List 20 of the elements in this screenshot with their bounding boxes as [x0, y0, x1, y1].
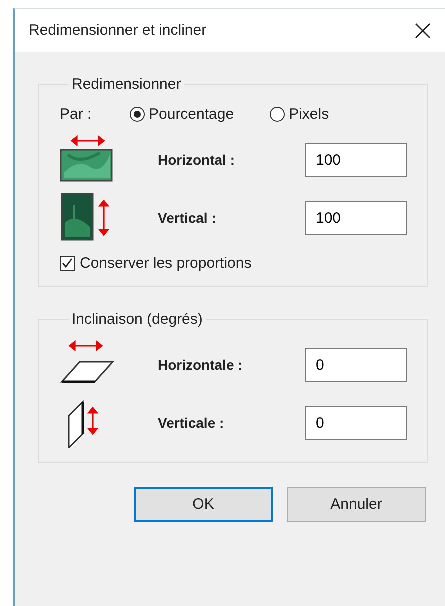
stretch-horizontal-icon [60, 135, 114, 185]
window-title: Redimensionner et incliner [29, 22, 207, 39]
unit-radio[interactable]: Pixels [270, 106, 330, 122]
group-title: Inclinaison (degrés) [71, 311, 204, 328]
keep-proportions-checkbox[interactable]: Conserver les proportions [60, 255, 252, 272]
by-label: Par : [60, 106, 93, 122]
ok-button[interactable]: OK [134, 487, 273, 522]
field-label: Horizontale : [158, 357, 243, 373]
field-label: Verticale : [158, 415, 224, 431]
angle-input[interactable]: 0 [305, 406, 407, 440]
check-icon [61, 257, 74, 270]
close-icon[interactable] [415, 22, 431, 38]
size-input[interactable]: 100 [305, 201, 407, 235]
unit-radio[interactable]: Pourcentage [130, 106, 234, 122]
size-input[interactable]: 100 [305, 143, 407, 177]
field-label: Vertical : [158, 210, 216, 226]
cancel-button[interactable]: Annuler [287, 487, 426, 522]
field-label: Horizontal : [158, 152, 235, 168]
angle-input[interactable]: 0 [305, 348, 407, 382]
group-title: Redimensionner [71, 76, 182, 93]
